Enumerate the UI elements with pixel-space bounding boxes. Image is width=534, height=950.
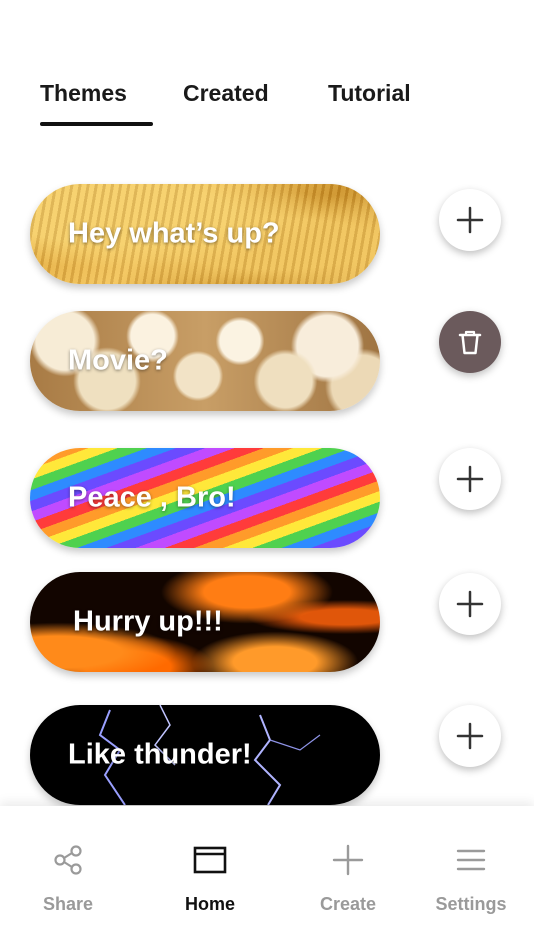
add-theme-button[interactable] [439,705,501,767]
tab-themes[interactable]: Themes [40,80,127,107]
plus-icon [456,465,484,493]
nav-settings-label: Settings [435,894,507,914]
menu-icon [456,849,486,871]
nav-create[interactable]: Create [288,842,408,922]
theme-card-popcorn[interactable]: Movie? [30,311,380,411]
plus-icon [456,722,484,750]
tab-created[interactable]: Created [183,80,269,107]
theme-card-label: Hurry up!!! [73,605,223,638]
tab-bar: Themes Created Tutorial [40,80,500,130]
plus-icon [456,590,484,618]
nav-create-label: Create [319,894,377,914]
trash-icon [458,330,482,355]
delete-theme-button[interactable] [439,311,501,373]
nav-share[interactable]: Share [8,842,128,922]
add-theme-button[interactable] [439,448,501,510]
theme-card-label: Peace , Bro! [68,481,236,514]
tab-tutorial[interactable]: Tutorial [328,80,411,107]
bottom-nav: Share Home Create Settings [0,806,534,950]
add-theme-button[interactable] [439,573,501,635]
plus-icon [456,206,484,234]
active-tab-indicator [40,122,153,126]
home-icon [193,846,227,874]
nav-settings[interactable]: Settings [411,842,531,922]
theme-card-rainbow[interactable]: Peace , Bro! [30,448,380,548]
plus-icon [332,844,364,876]
theme-card-fire[interactable]: Hurry up!!! [30,572,380,672]
theme-card-thunder[interactable]: Like thunder! [30,705,380,805]
nav-home-label: Home [184,894,235,914]
nav-share-label: Share [42,894,94,914]
share-icon [54,845,82,875]
theme-card-label: Like thunder! [68,738,252,771]
add-theme-button[interactable] [439,189,501,251]
theme-card-label: Hey what’s up? [68,217,280,250]
nav-home[interactable]: Home [150,842,270,922]
theme-card-chips[interactable]: Hey what’s up? [30,184,380,284]
theme-card-label: Movie? [68,344,168,377]
